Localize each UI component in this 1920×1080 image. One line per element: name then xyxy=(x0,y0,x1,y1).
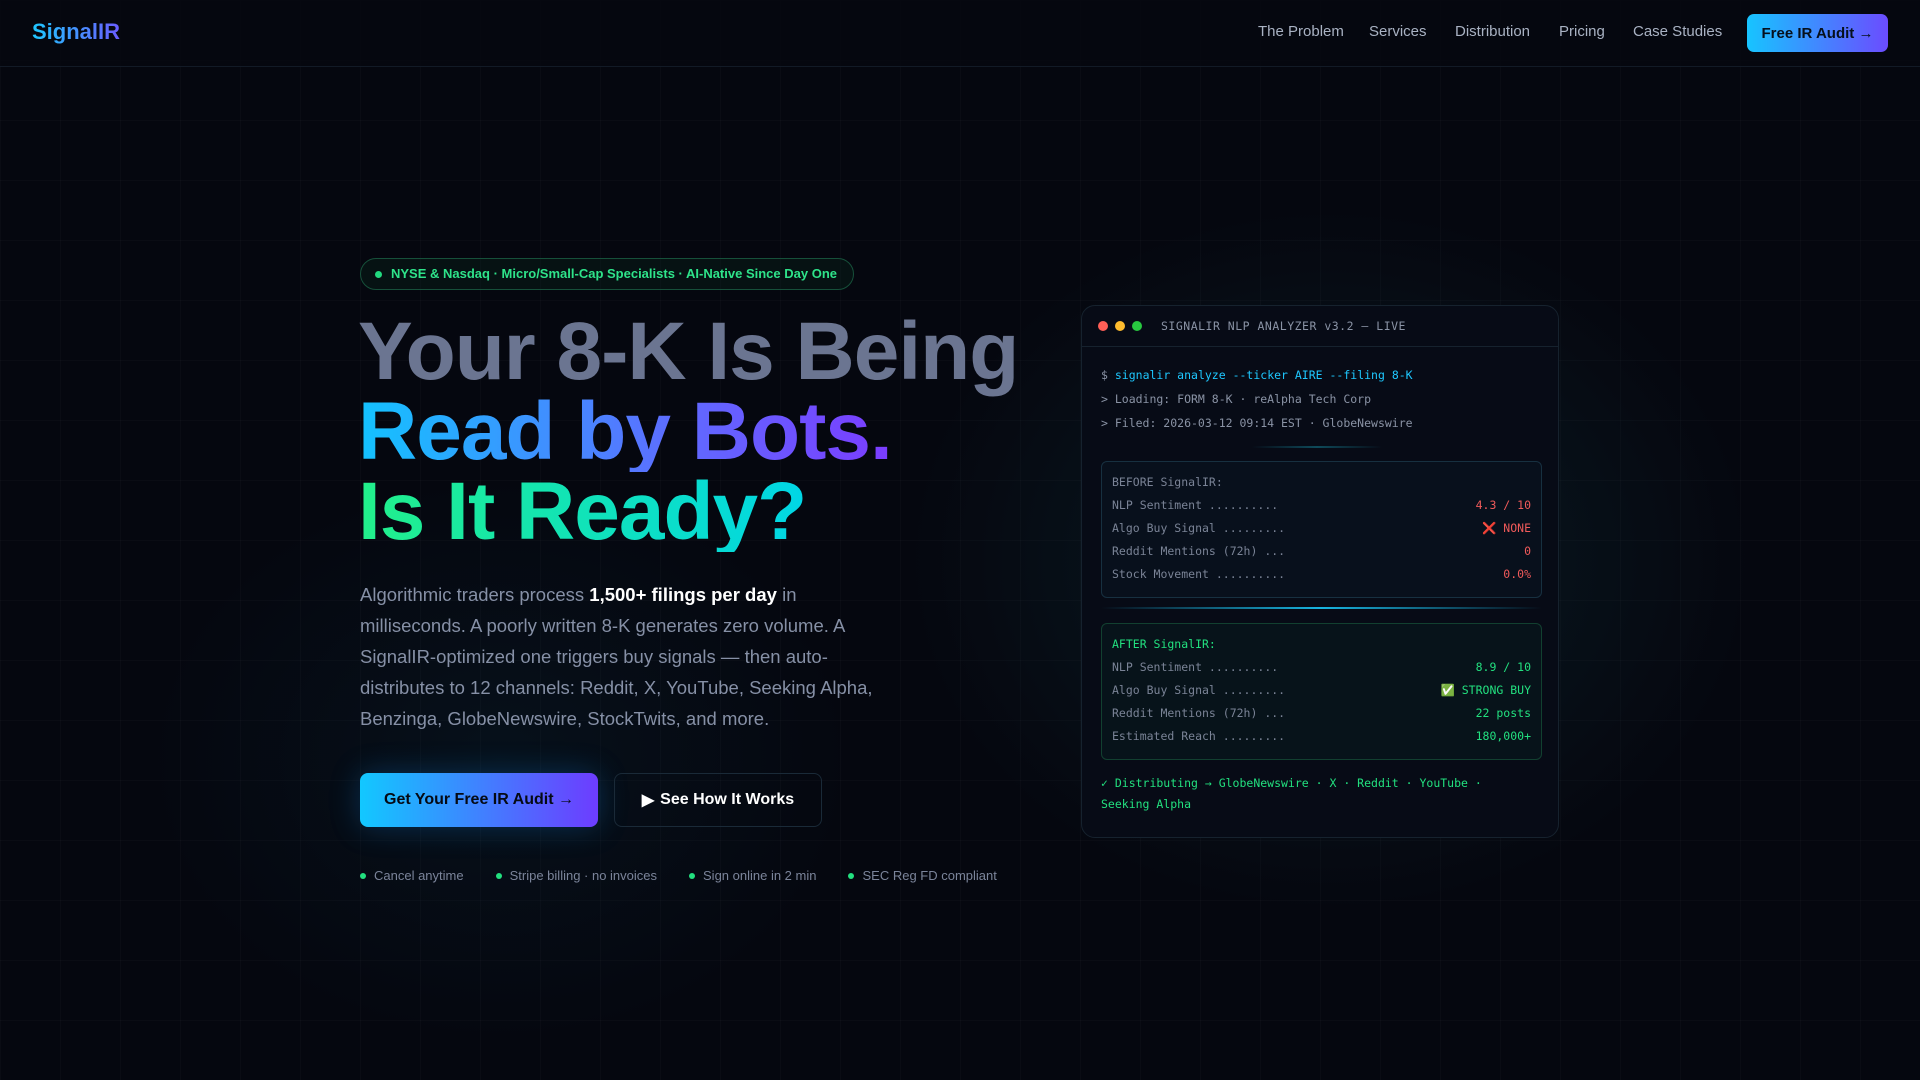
heading-text: AFTER SignalIR: xyxy=(1112,637,1216,651)
metric-value: 22 posts xyxy=(1475,706,1531,720)
before-panel: BEFORE SignalIR: NLP Sentiment .........… xyxy=(1101,461,1542,598)
trust-item: SEC Reg FD compliant xyxy=(848,868,997,883)
nav-link-services[interactable]: Services xyxy=(1369,23,1427,40)
headline-line-3: Is It Ready? xyxy=(358,466,807,557)
minimize-dot-icon xyxy=(1115,321,1125,331)
panel-heading: BEFORE SignalIR: xyxy=(1112,472,1531,495)
trust-text: SEC Reg FD compliant xyxy=(862,868,997,883)
metric-value: 180,000+ xyxy=(1475,729,1531,743)
metric-value: ❌ NONE xyxy=(1482,521,1531,535)
heading-text: BEFORE SignalIR: xyxy=(1112,475,1223,489)
hero-badge: NYSE & Nasdaq · Micro/Small-Cap Speciali… xyxy=(360,258,854,290)
terminal-command: $ signalir analyze --ticker AIRE --filin… xyxy=(1101,368,1413,382)
metric-label: Reddit Mentions (72h) ... xyxy=(1112,706,1286,720)
prompt: $ xyxy=(1101,368,1108,382)
bullet-icon xyxy=(848,872,855,879)
metric-row: Stock Movement .......... 0.0% xyxy=(1112,564,1531,587)
terminal-window: SIGNALIR NLP ANALYZER v3.2 — LIVE $ sign… xyxy=(1081,305,1559,838)
terminal-line: > Filed: 2026-03-12 09:14 EST · GlobeNew… xyxy=(1101,416,1413,430)
metric-label: Algo Buy Signal ......... xyxy=(1112,521,1286,535)
metric-label: Reddit Mentions (72h) ... xyxy=(1112,544,1286,558)
trust-item: Sign online in 2 min xyxy=(689,868,816,883)
metric-label: NLP Sentiment .......... xyxy=(1112,660,1279,674)
free-ir-audit-button[interactable]: Free IR Audit → xyxy=(1747,14,1888,52)
metric-label: Algo Buy Signal ......... xyxy=(1112,683,1286,697)
nav-link-the-problem[interactable]: The Problem xyxy=(1258,23,1344,40)
metric-value: ✅ STRONG BUY xyxy=(1440,683,1531,697)
trust-item: Cancel anytime xyxy=(360,868,464,883)
top-nav: SignalIR The Problem Services Distributi… xyxy=(0,0,1920,67)
get-free-audit-button[interactable]: Get Your Free IR Audit → xyxy=(360,773,598,827)
metric-row: Algo Buy Signal ......... ❌ NONE xyxy=(1112,518,1531,541)
metric-row: NLP Sentiment .......... 4.3 / 10 xyxy=(1112,495,1531,518)
trust-list: Cancel anytime Stripe billing · no invoi… xyxy=(360,868,997,883)
maximize-dot-icon xyxy=(1132,321,1142,331)
nav-link-case-studies[interactable]: Case Studies xyxy=(1633,23,1722,40)
see-how-it-works-button[interactable]: ▶ See How It Works xyxy=(614,773,822,827)
para-text: Algorithmic traders process xyxy=(360,584,590,605)
trust-text: Stripe billing · no invoices xyxy=(509,868,658,883)
metric-row: Reddit Mentions (72h) ... 0 xyxy=(1112,541,1531,564)
metric-row: NLP Sentiment .......... 8.9 / 10 xyxy=(1112,657,1531,680)
bullet-icon xyxy=(689,872,696,879)
divider xyxy=(1252,446,1382,448)
headline-line-2: Read by Bots. xyxy=(358,386,893,477)
metric-value: 0 xyxy=(1524,544,1531,558)
button-label: See How It Works xyxy=(660,791,795,808)
metric-label: NLP Sentiment .......... xyxy=(1112,498,1279,512)
nav-link-distribution[interactable]: Distribution xyxy=(1455,23,1530,40)
metric-value: 0.0% xyxy=(1503,567,1531,581)
after-panel: AFTER SignalIR: NLP Sentiment ..........… xyxy=(1101,623,1542,760)
para-highlight: 1,500+ filings per day xyxy=(589,584,777,605)
status-dot-icon xyxy=(375,271,382,278)
bullet-icon xyxy=(360,872,366,879)
terminal-header: SIGNALIR NLP ANALYZER v3.2 — LIVE xyxy=(1082,306,1558,347)
metric-row: Estimated Reach ......... 180,000+ xyxy=(1112,726,1531,749)
divider-glow xyxy=(1101,607,1542,609)
badge-text: NYSE & Nasdaq · Micro/Small-Cap Speciali… xyxy=(391,266,837,281)
metric-row: Reddit Mentions (72h) ... 22 posts xyxy=(1112,703,1531,726)
metric-label: Stock Movement .......... xyxy=(1112,567,1286,581)
terminal-title: SIGNALIR NLP ANALYZER v3.2 — LIVE xyxy=(1161,319,1406,333)
metric-value: 8.9 / 10 xyxy=(1475,660,1531,674)
metric-row: Algo Buy Signal ......... ✅ STRONG BUY xyxy=(1112,680,1531,703)
metric-value: 4.3 / 10 xyxy=(1475,498,1531,512)
play-icon: ▶ xyxy=(641,792,655,809)
nav-link-pricing[interactable]: Pricing xyxy=(1559,23,1605,40)
trust-item: Stripe billing · no invoices xyxy=(495,868,658,883)
bullet-icon xyxy=(495,872,502,879)
panel-heading: AFTER SignalIR: xyxy=(1112,634,1531,657)
logo[interactable]: SignalIR xyxy=(32,19,120,45)
trust-text: Sign online in 2 min xyxy=(703,868,817,883)
headline-line-1: Your 8-K Is Being xyxy=(358,306,1019,397)
metric-label: Estimated Reach ......... xyxy=(1112,729,1286,743)
command-text: signalir analyze --ticker AIRE --filing … xyxy=(1114,368,1413,382)
hero-description: Algorithmic traders process 1,500+ filin… xyxy=(360,579,900,734)
hero-headline: Your 8-K Is Being Read by Bots. Is It Re… xyxy=(358,306,1019,557)
para-text-rest: in milliseconds. A poorly written 8-K ge… xyxy=(360,584,873,729)
close-dot-icon xyxy=(1098,321,1108,331)
trust-text: Cancel anytime xyxy=(374,868,464,883)
terminal-line: > Loading: FORM 8-K · reAlpha Tech Corp xyxy=(1101,392,1372,406)
distribution-status: ✓ Distributing → GlobeNewswire · X · Red… xyxy=(1101,776,1482,811)
